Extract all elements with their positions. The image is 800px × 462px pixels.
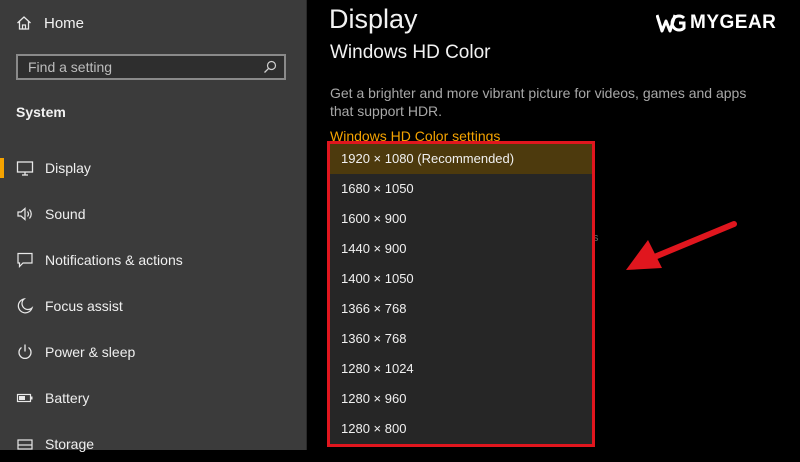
resolution-option-label: 1600 × 900 — [341, 211, 407, 226]
sidebar-item-label: Display — [45, 160, 91, 176]
mygear-logo-icon — [656, 14, 686, 33]
resolution-option-label: 1680 × 1050 — [341, 181, 414, 196]
battery-icon — [16, 393, 33, 403]
resolution-option[interactable]: 1680 × 1050 — [330, 174, 592, 204]
resolution-option[interactable]: 1366 × 768 — [330, 294, 592, 324]
sidebar-item-label: Notifications & actions — [45, 252, 183, 268]
section-title: System — [16, 104, 66, 120]
sidebar-item-label: Focus assist — [45, 298, 123, 314]
sidebar-item-focus-assist[interactable]: Focus assist — [0, 288, 306, 324]
home-icon — [17, 16, 31, 30]
home-button[interactable]: Home — [16, 12, 84, 34]
resolution-option-label: 1360 × 768 — [341, 331, 407, 346]
home-label: Home — [44, 14, 85, 32]
resolution-option[interactable]: 1440 × 900 — [330, 234, 592, 264]
section-heading: Windows HD Color — [330, 42, 491, 63]
sidebar: Home System Display Sound Notifications … — [0, 0, 307, 452]
search-icon[interactable] — [262, 59, 278, 75]
sidebar-item-notifications[interactable]: Notifications & actions — [0, 242, 306, 278]
active-indicator — [0, 158, 4, 178]
resolution-option-label: 1440 × 900 — [341, 241, 407, 256]
sidebar-item-storage[interactable]: Storage — [0, 426, 306, 462]
hd-color-settings-link[interactable]: Windows HD Color settings — [330, 128, 500, 144]
logo-text: MYGEAR — [690, 12, 777, 33]
moon-icon — [17, 297, 34, 314]
obscured-text-fragment: s — [593, 232, 599, 244]
sidebar-item-power-sleep[interactable]: Power & sleep — [0, 334, 306, 370]
power-icon — [18, 344, 32, 359]
sidebar-item-label: Power & sleep — [45, 344, 136, 360]
red-arrow-annotation — [626, 221, 737, 270]
resolution-option-label: 1280 × 960 — [341, 391, 407, 406]
storage-icon — [17, 439, 33, 450]
resolution-option[interactable]: 1280 × 800 — [330, 414, 592, 444]
monitor-icon — [16, 161, 34, 176]
search-box[interactable] — [16, 54, 286, 80]
speaker-icon — [17, 207, 32, 221]
resolution-option-label: 1280 × 800 — [341, 421, 407, 436]
sidebar-item-display[interactable]: Display — [0, 150, 306, 186]
resolution-option[interactable]: 1360 × 768 — [330, 324, 592, 354]
sidebar-item-battery[interactable]: Battery — [0, 380, 306, 416]
resolution-option[interactable]: 1920 × 1080 (Recommended) — [330, 144, 592, 174]
resolution-option-label: 1280 × 1024 — [341, 361, 414, 376]
chat-icon — [17, 252, 33, 268]
resolution-option[interactable]: 1280 × 960 — [330, 384, 592, 414]
sidebar-item-sound[interactable]: Sound — [0, 196, 306, 232]
search-input[interactable] — [28, 58, 248, 76]
page-title: Display — [329, 4, 418, 34]
mygear-logo: MYGEAR — [656, 12, 776, 34]
resolution-option-label: 1366 × 768 — [341, 301, 407, 316]
sidebar-item-label: Battery — [45, 390, 90, 406]
resolution-option[interactable]: 1600 × 900 — [330, 204, 592, 234]
sidebar-item-label: Sound — [45, 206, 86, 222]
resolution-option[interactable]: 1400 × 1050 — [330, 264, 592, 294]
resolution-option[interactable]: 1280 × 1024 — [330, 354, 592, 384]
resolution-option-label: 1400 × 1050 — [341, 271, 414, 286]
resolution-option-label: 1920 × 1080 (Recommended) — [341, 151, 515, 166]
hdr-description: Get a brighter and more vibrant picture … — [330, 85, 747, 119]
resolution-dropdown-list[interactable]: 1920 × 1080 (Recommended) 1680 × 1050 16… — [329, 143, 593, 445]
